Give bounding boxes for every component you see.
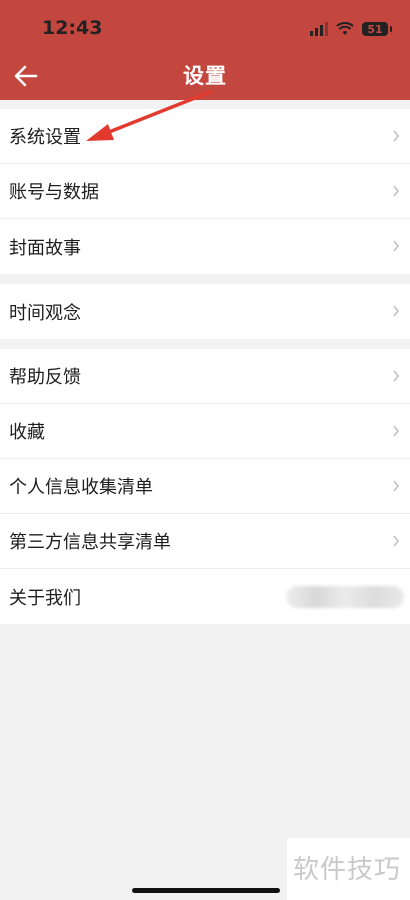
chevron-right-icon: [393, 480, 399, 492]
version-info-blurred: [286, 586, 404, 608]
row-cover-story[interactable]: 封面故事: [0, 219, 410, 274]
row-label: 系统设置: [9, 127, 81, 147]
row-personal-info-list[interactable]: 个人信息收集清单: [0, 459, 410, 514]
settings-group-3: 帮助反馈 收藏 个人信息收集清单 第三方信息共享清单 关于我们: [0, 349, 410, 624]
chevron-right-icon: [393, 185, 399, 197]
page-title: 设置: [183, 65, 227, 88]
row-third-party-sharing-list[interactable]: 第三方信息共享清单: [0, 514, 410, 569]
row-help-feedback[interactable]: 帮助反馈: [0, 349, 410, 404]
row-about-us[interactable]: 关于我们: [0, 569, 410, 624]
app-header: 12:43 51 设置: [0, 0, 410, 100]
status-icons: 51: [310, 19, 392, 39]
chevron-right-icon: [393, 305, 399, 317]
row-account-data[interactable]: 账号与数据: [0, 164, 410, 219]
row-label: 帮助反馈: [9, 367, 81, 387]
signal-icon: [310, 22, 328, 36]
settings-group-2: 时间观念: [0, 284, 410, 339]
row-label: 收藏: [9, 422, 45, 442]
row-favorites[interactable]: 收藏: [0, 404, 410, 459]
row-label: 时间观念: [9, 302, 81, 323]
row-label: 关于我们: [9, 587, 81, 608]
row-label: 封面故事: [9, 237, 81, 258]
row-label: 账号与数据: [9, 182, 99, 202]
battery-icon: 51: [362, 22, 392, 36]
row-label: 第三方信息共享清单: [9, 532, 171, 552]
chevron-right-icon: [393, 370, 399, 382]
chevron-right-icon: [393, 425, 399, 437]
home-indicator: [132, 888, 280, 893]
row-label: 个人信息收集清单: [9, 477, 153, 497]
chevron-right-icon: [393, 535, 399, 547]
status-time: 12:43: [42, 17, 103, 39]
watermark: 软件技巧: [287, 838, 410, 900]
chevron-right-icon: [393, 130, 399, 142]
chevron-right-icon: [393, 240, 399, 252]
row-system-settings[interactable]: 系统设置: [0, 109, 410, 164]
wifi-icon: [336, 22, 354, 35]
row-time-concept[interactable]: 时间观念: [0, 284, 410, 339]
settings-group-1: 系统设置 账号与数据 封面故事: [0, 109, 410, 274]
